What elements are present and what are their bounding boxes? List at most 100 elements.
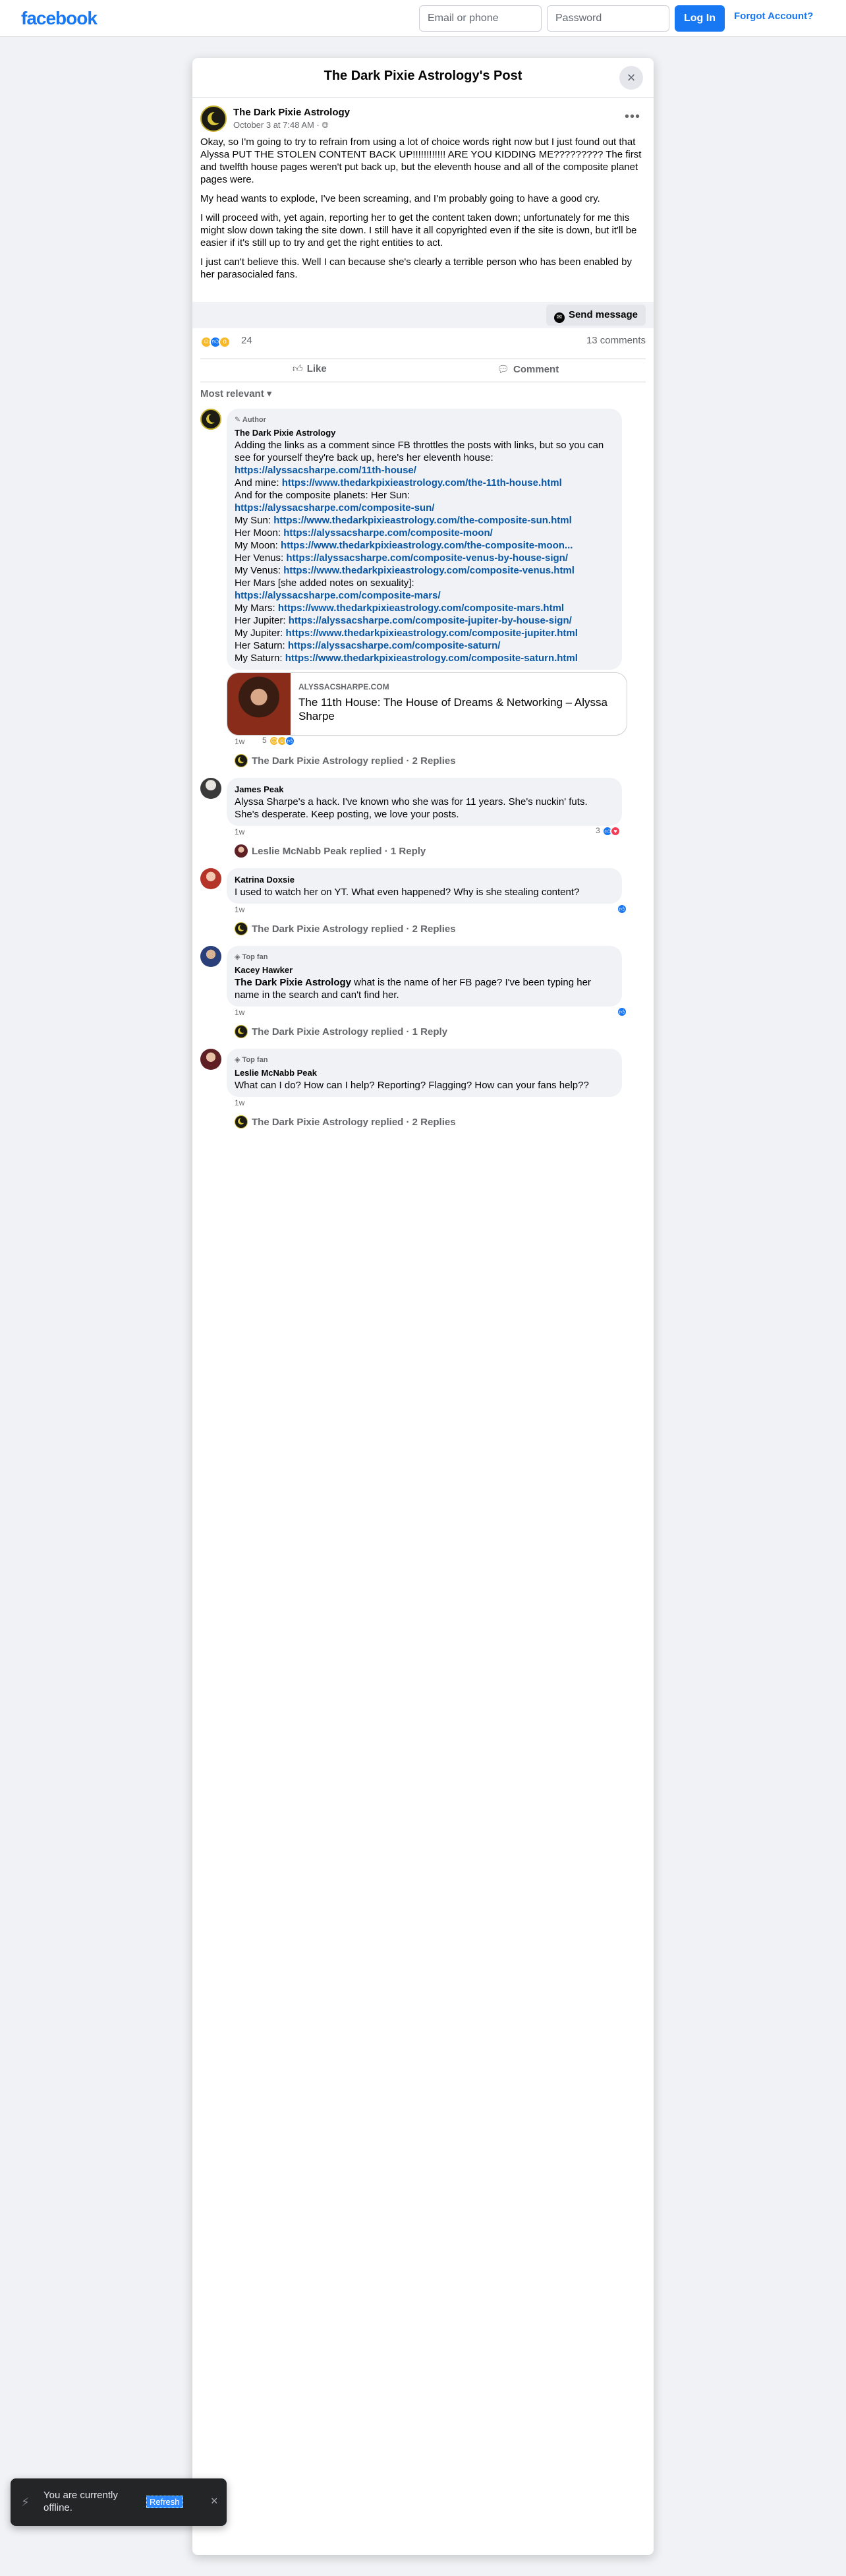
post-author[interactable]: The Dark Pixie Astrology: [233, 107, 350, 118]
comment-meta: 1w 👍︎: [235, 904, 646, 917]
comment-reaction-count: 3: [596, 826, 600, 835]
mention-tag[interactable]: The Dark Pixie Astrology: [235, 977, 351, 988]
link-label: Her Moon:: [235, 527, 284, 539]
comment-meta: 1w 3 👍︎ ♥: [235, 826, 646, 839]
view-replies-link[interactable]: The Dark Pixie Astrology replied · 2 Rep…: [235, 754, 646, 773]
commenter-name[interactable]: The Dark Pixie Astrology: [235, 426, 614, 439]
like-label: Like: [306, 363, 327, 374]
link-label: And mine:: [235, 477, 282, 488]
comment-link[interactable]: https://www.thedarkpixieastrology.com/co…: [278, 602, 564, 614]
comment-text: And for the composite planets: Her Sun:: [235, 490, 410, 501]
commenter-avatar[interactable]: [200, 868, 221, 889]
replies-label: The Dark Pixie Astrology replied · 2 Rep…: [252, 1117, 456, 1128]
comment-reactions[interactable]: 👍︎: [617, 1007, 627, 1017]
comment-link[interactable]: https://alyssacsharpe.com/11th-house/: [235, 465, 416, 476]
comment-button[interactable]: 💬︎ Comment: [497, 363, 559, 375]
refresh-button[interactable]: Refresh: [146, 2496, 183, 2508]
post-paragraph: I just can't believe this. Well I can be…: [200, 256, 632, 280]
send-message-button[interactable]: ✉ Send message: [546, 305, 646, 326]
comment-link[interactable]: https://alyssacsharpe.com/composite-satu…: [288, 640, 501, 651]
link-label: My Mars:: [235, 602, 278, 614]
close-icon[interactable]: ×: [211, 2494, 218, 2508]
comment-link[interactable]: https://www.thedarkpixieastrology.com/th…: [281, 540, 573, 551]
view-replies-link[interactable]: Leslie McNabb Peak replied · 1 Reply: [235, 844, 646, 863]
comment-reactions[interactable]: 5 ☹ o 👍︎: [262, 736, 296, 746]
reaction-icons[interactable]: ☺ 👍︎ o: [200, 335, 231, 348]
comment-link[interactable]: https://www.thedarkpixieastrology.com/th…: [282, 477, 562, 488]
link-label: My Jupiter:: [235, 628, 286, 639]
comment: ✎ Author The Dark Pixie Astrology Adding…: [200, 409, 646, 773]
link-label: Her Saturn:: [235, 640, 288, 651]
pencil-icon: ✎: [235, 416, 242, 424]
commenter-name[interactable]: Kacey Hawker: [235, 964, 614, 976]
like-button[interactable]: 👍︎ Like: [293, 363, 327, 375]
password-field[interactable]: Password: [547, 5, 669, 32]
send-message-bar: ✉ Send message: [192, 302, 654, 328]
link-label: My Sun:: [235, 515, 274, 526]
comment-age[interactable]: 1w: [235, 1098, 244, 1107]
comment-link[interactable]: https://www.thedarkpixieastrology.com/co…: [286, 628, 578, 639]
comment-link[interactable]: https://www.thedarkpixieastrology.com/co…: [285, 653, 578, 664]
more-options-icon[interactable]: •••: [625, 109, 640, 125]
modal-title: The Dark Pixie Astrology's Post: [324, 69, 522, 83]
post-actions: 👍︎ Like 💬︎ Comment: [200, 359, 646, 382]
replier-avatar: [235, 754, 248, 767]
comment-link[interactable]: https://alyssacsharpe.com/composite-sun/: [235, 502, 434, 513]
link-preview-image: [227, 673, 291, 735]
comment-age[interactable]: 1w: [235, 737, 244, 746]
send-message-label: Send message: [568, 309, 638, 320]
view-replies-link[interactable]: The Dark Pixie Astrology replied · 1 Rep…: [235, 1025, 646, 1043]
page-avatar[interactable]: [200, 105, 227, 132]
top-fan-badge: Top fan: [242, 1056, 268, 1064]
view-replies-link[interactable]: The Dark Pixie Astrology replied · 2 Rep…: [235, 922, 646, 941]
commenter-avatar[interactable]: [200, 1049, 221, 1070]
view-replies-link[interactable]: The Dark Pixie Astrology replied · 2 Rep…: [235, 1115, 646, 1134]
close-icon[interactable]: ×: [619, 66, 643, 90]
post-timestamp[interactable]: October 3 at 7:48 AM ·: [233, 120, 322, 130]
comment-link[interactable]: https://www.thedarkpixieastrology.com/th…: [273, 515, 572, 526]
comment-bubble: ◈ Top fan Kacey Hawker The Dark Pixie As…: [227, 946, 622, 1007]
reaction-count[interactable]: 24: [241, 335, 252, 346]
comment-age[interactable]: 1w: [235, 1008, 244, 1017]
comment-link[interactable]: https://alyssacsharpe.com/composite-jupi…: [289, 615, 572, 626]
post-modal: The Dark Pixie Astrology's Post × The Da…: [192, 58, 654, 2555]
link-preview-card[interactable]: ALYSSACSHARPE.COM The 11th House: The Ho…: [227, 672, 627, 736]
comment-link[interactable]: https://alyssacsharpe.com/composite-mars…: [235, 590, 441, 601]
post-paragraph: My head wants to explode, I've been scre…: [200, 193, 600, 204]
commenter-name[interactable]: Leslie McNabb Peak: [235, 1067, 614, 1079]
commenter-avatar[interactable]: [200, 946, 221, 967]
comment: James Peak Alyssa Sharpe's a hack. I've …: [200, 778, 646, 863]
link-label: Her Venus:: [235, 552, 287, 564]
diamond-icon: ◈: [235, 953, 242, 961]
offline-icon: ⚡︎: [21, 2496, 30, 2509]
sort-dropdown[interactable]: Most relevant ▾: [200, 388, 271, 399]
commenter-avatar[interactable]: [200, 778, 221, 799]
replies-label: The Dark Pixie Astrology replied · 1 Rep…: [252, 1026, 448, 1038]
comment-bubble: Katrina Doxsie I used to watch her on YT…: [227, 868, 622, 904]
commenter-name[interactable]: Katrina Doxsie: [235, 873, 614, 886]
messenger-icon: ✉: [553, 312, 565, 323]
commenter-name[interactable]: James Peak: [235, 783, 614, 796]
commenter-avatar[interactable]: [200, 409, 221, 430]
reaction-summary: ☺ 👍︎ o 24 13 comments: [200, 334, 646, 349]
comment-icon: 💬︎: [497, 364, 510, 375]
post-header: The Dark Pixie Astrology October 3 at 7:…: [200, 105, 646, 134]
sort-label: Most relevant: [200, 388, 264, 399]
link-label: Her Jupiter:: [235, 615, 289, 626]
comment-link[interactable]: https://alyssacsharpe.com/composite-moon…: [283, 527, 493, 539]
comment-reactions[interactable]: 👍︎: [617, 904, 627, 914]
comment-count[interactable]: 13 comments: [586, 335, 646, 346]
comment: ◈ Top fan Kacey Hawker The Dark Pixie As…: [200, 946, 646, 1043]
forgot-account-link[interactable]: Forgot Account?: [734, 11, 813, 22]
facebook-logo[interactable]: facebook: [21, 8, 98, 29]
replier-avatar: [235, 844, 248, 858]
login-button[interactable]: Log In: [675, 5, 725, 32]
comment-text: I used to watch her on YT. What even hap…: [235, 887, 580, 898]
top-bar: facebook Email or phone Password Log In …: [0, 0, 846, 37]
comment-age[interactable]: 1w: [235, 905, 244, 914]
comment-link[interactable]: https://alyssacsharpe.com/composite-venu…: [286, 552, 568, 564]
comment-reactions[interactable]: 3 👍︎ ♥: [596, 826, 621, 836]
email-field[interactable]: Email or phone: [419, 5, 542, 32]
comment-age[interactable]: 1w: [235, 827, 244, 836]
comment-link[interactable]: https://www.thedarkpixieastrology.com/co…: [283, 565, 575, 576]
